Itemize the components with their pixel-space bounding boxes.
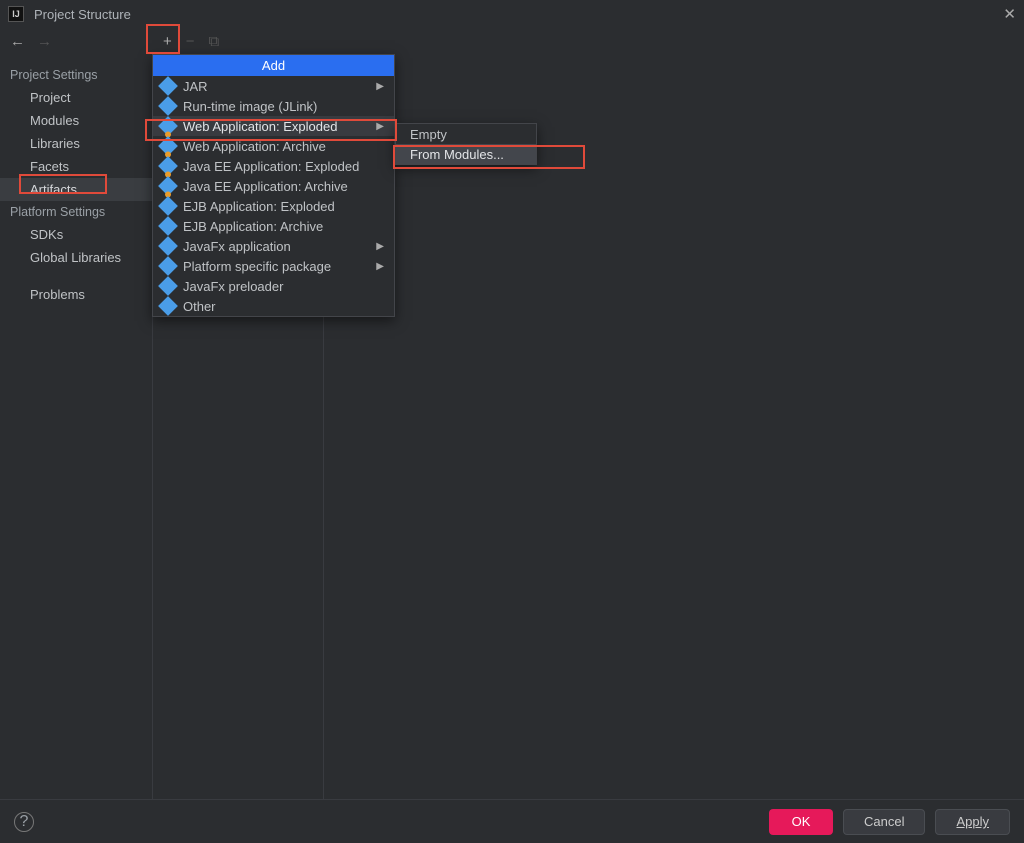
menu-item-label: Web Application: Archive [183,139,384,154]
sidebar-item-libraries[interactable]: Libraries [0,132,152,155]
artifact-type-icon [158,96,178,116]
sidebar-item-problems[interactable]: Problems [0,283,152,306]
artifact-type-icon [158,236,178,256]
chevron-right-icon: ▶ [376,121,384,132]
menu-item-label: JavaFx preloader [183,279,384,294]
titlebar: IJ Project Structure ✕ [0,0,1024,28]
artifact-type-icon [158,256,178,276]
app-icon: IJ [8,6,24,22]
menu-item[interactable]: EJB Application: Exploded [153,196,394,216]
menu-item-label: Java EE Application: Archive [183,179,384,194]
menu-item[interactable]: JavaFx preloader [153,276,394,296]
sidebar-heading-project-settings: Project Settings [0,64,152,86]
dialog-footer: ? OK Cancel Apply [0,799,1024,843]
forward-icon: → [37,33,52,50]
sidebar-item-project[interactable]: Project [0,86,152,109]
artifact-type-icon [158,196,178,216]
submenu-item[interactable]: From Modules... [396,144,536,164]
add-icon[interactable]: + [163,33,172,50]
submenu-item[interactable]: Empty [396,124,536,144]
web-app-exploded-submenu: Empty From Modules... [395,123,537,165]
remove-icon: − [186,33,195,50]
menu-item-label: JavaFx application [183,239,376,254]
artifact-type-icon [158,296,178,316]
artifact-type-icon [158,276,178,296]
menu-item[interactable]: Run-time image (JLink) [153,96,394,116]
close-icon[interactable]: ✕ [1003,5,1016,23]
sidebar-item-facets[interactable]: Facets [0,155,152,178]
menu-item-label: Other [183,299,384,314]
sidebar-item-artifacts[interactable]: Artifacts [0,178,152,201]
menu-item[interactable]: Java EE Application: Exploded [153,156,394,176]
chevron-right-icon: ▶ [376,241,384,252]
submenu-item-label: Empty [410,127,526,142]
menu-item[interactable]: JAR▶ [153,76,394,96]
sidebar-item-sdks[interactable]: SDKs [0,223,152,246]
menu-item[interactable]: Web Application: Archive [153,136,394,156]
apply-button[interactable]: Apply [935,809,1010,835]
submenu-item-label: From Modules... [410,147,526,162]
menu-header-add: Add [153,55,394,76]
menu-item[interactable]: Java EE Application: Archive [153,176,394,196]
menu-item[interactable]: Web Application: Exploded▶ [153,116,394,136]
sidebar: Project Settings Project Modules Librari… [0,54,152,807]
artifact-type-icon [158,216,178,236]
menu-item-label: Java EE Application: Exploded [183,159,384,174]
chevron-right-icon: ▶ [376,261,384,272]
menu-item-label: Web Application: Exploded [183,119,376,134]
artifact-type-icon [158,76,178,96]
artifact-type-icon [158,136,178,156]
sidebar-heading-platform-settings: Platform Settings [0,201,152,223]
apply-button-label: Apply [956,814,989,829]
menu-item-label: Platform specific package [183,259,376,274]
sidebar-item-modules[interactable]: Modules [0,109,152,132]
menu-item[interactable]: EJB Application: Archive [153,216,394,236]
artifact-type-icon [158,176,178,196]
cancel-button[interactable]: Cancel [843,809,925,835]
back-icon[interactable]: ← [10,33,25,50]
copy-icon: ⧉ [209,33,220,50]
content-pane [324,54,1024,807]
artifact-type-icon [158,156,178,176]
menu-item[interactable]: Other [153,296,394,316]
ok-button[interactable]: OK [769,809,833,835]
menu-item-label: Run-time image (JLink) [183,99,384,114]
menu-item-label: EJB Application: Exploded [183,199,384,214]
window-title: Project Structure [34,7,131,22]
sidebar-item-global-libraries[interactable]: Global Libraries [0,246,152,269]
chevron-right-icon: ▶ [376,81,384,92]
menu-item-label: EJB Application: Archive [183,219,384,234]
menu-item-label: JAR [183,79,376,94]
menu-item[interactable]: JavaFx application▶ [153,236,394,256]
menu-item[interactable]: Platform specific package▶ [153,256,394,276]
artifact-type-icon [158,116,178,136]
help-icon[interactable]: ? [14,812,34,832]
add-artifact-menu: Add JAR▶Run-time image (JLink)Web Applic… [152,54,395,317]
